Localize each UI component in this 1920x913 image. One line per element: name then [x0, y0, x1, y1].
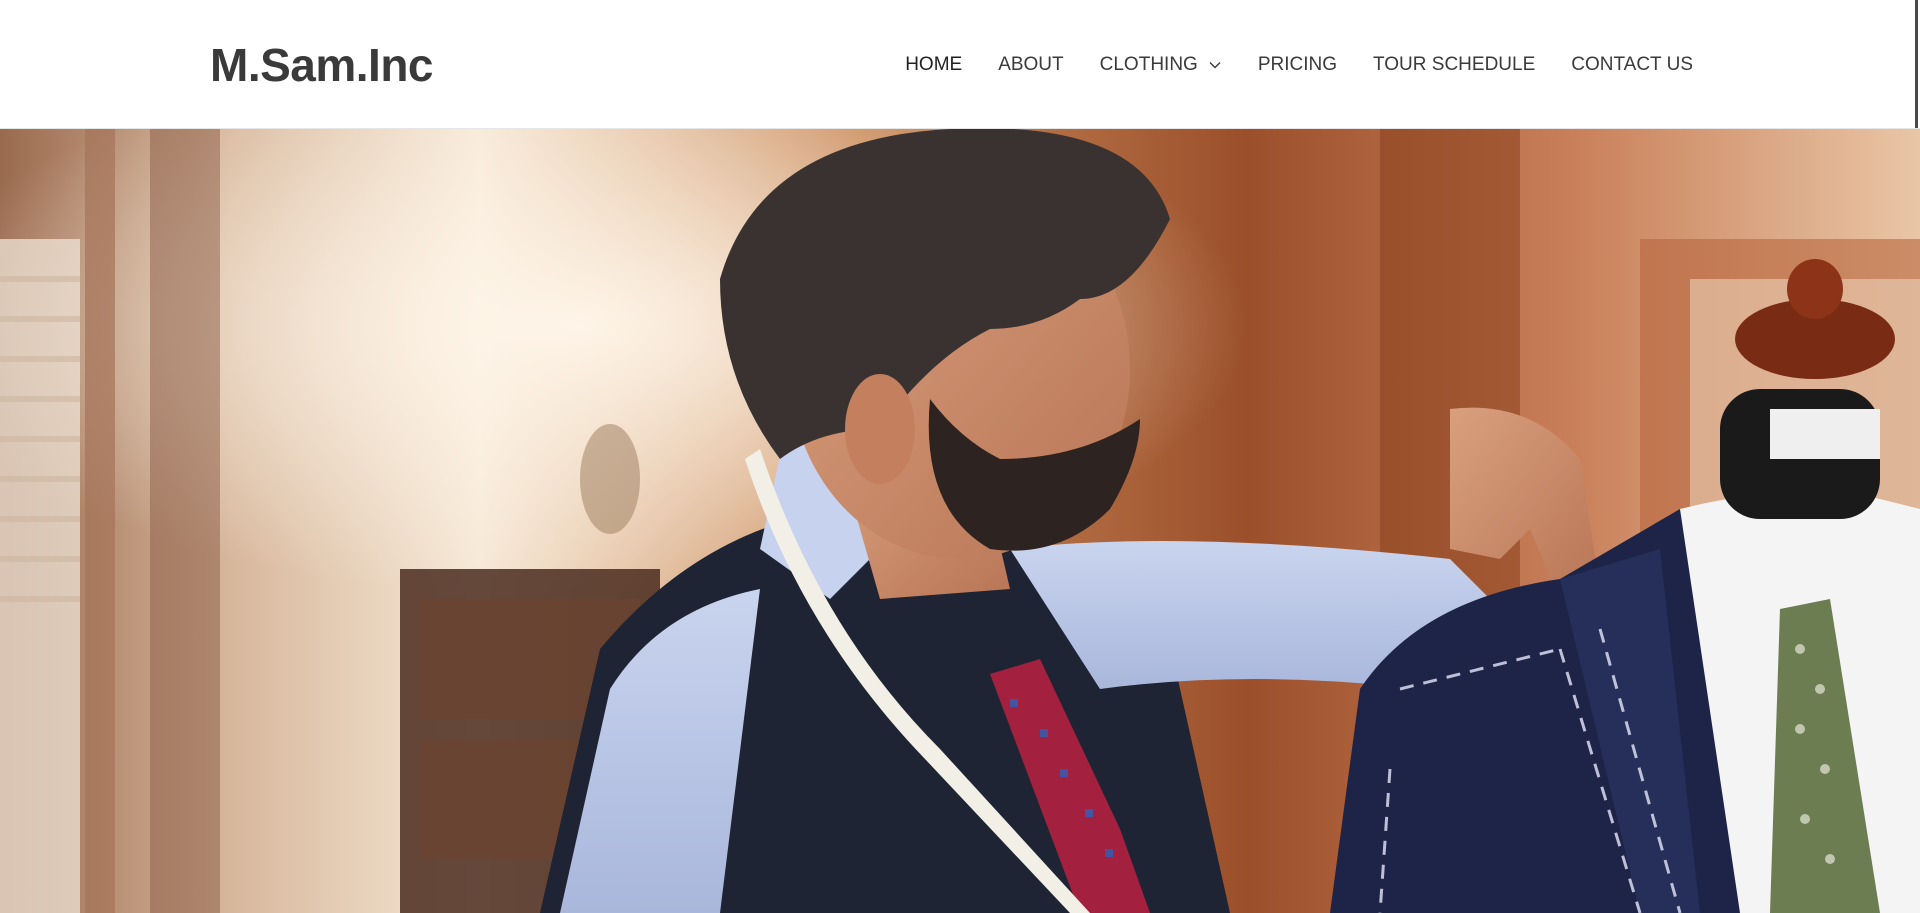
nav-item-clothing-label: CLOTHING	[1099, 54, 1198, 75]
nav-item-pricing[interactable]: PRICING	[1258, 50, 1337, 80]
nav-item-home[interactable]: HOME	[905, 50, 962, 80]
nav-item-tour-schedule[interactable]: TOUR SCHEDULE	[1373, 50, 1535, 80]
hero-image	[0, 129, 1920, 913]
nav-item-clothing[interactable]: CLOTHING	[1100, 50, 1222, 80]
nav-item-about[interactable]: ABOUT	[998, 50, 1063, 80]
page: M.Sam.Inc HOME ABOUT CLOTHING PRICING TO…	[0, 0, 1920, 913]
nav-item-contact-us[interactable]: CONTACT US	[1571, 50, 1693, 80]
main-nav: HOME ABOUT CLOTHING PRICING TOUR SCHEDUL…	[905, 50, 1693, 80]
hero-illustration	[0, 129, 1920, 913]
scrollbar[interactable]	[1915, 0, 1918, 128]
chevron-down-icon[interactable]	[1208, 58, 1222, 72]
site-header: M.Sam.Inc HOME ABOUT CLOTHING PRICING TO…	[0, 0, 1920, 129]
site-logo[interactable]: M.Sam.Inc	[210, 36, 434, 94]
